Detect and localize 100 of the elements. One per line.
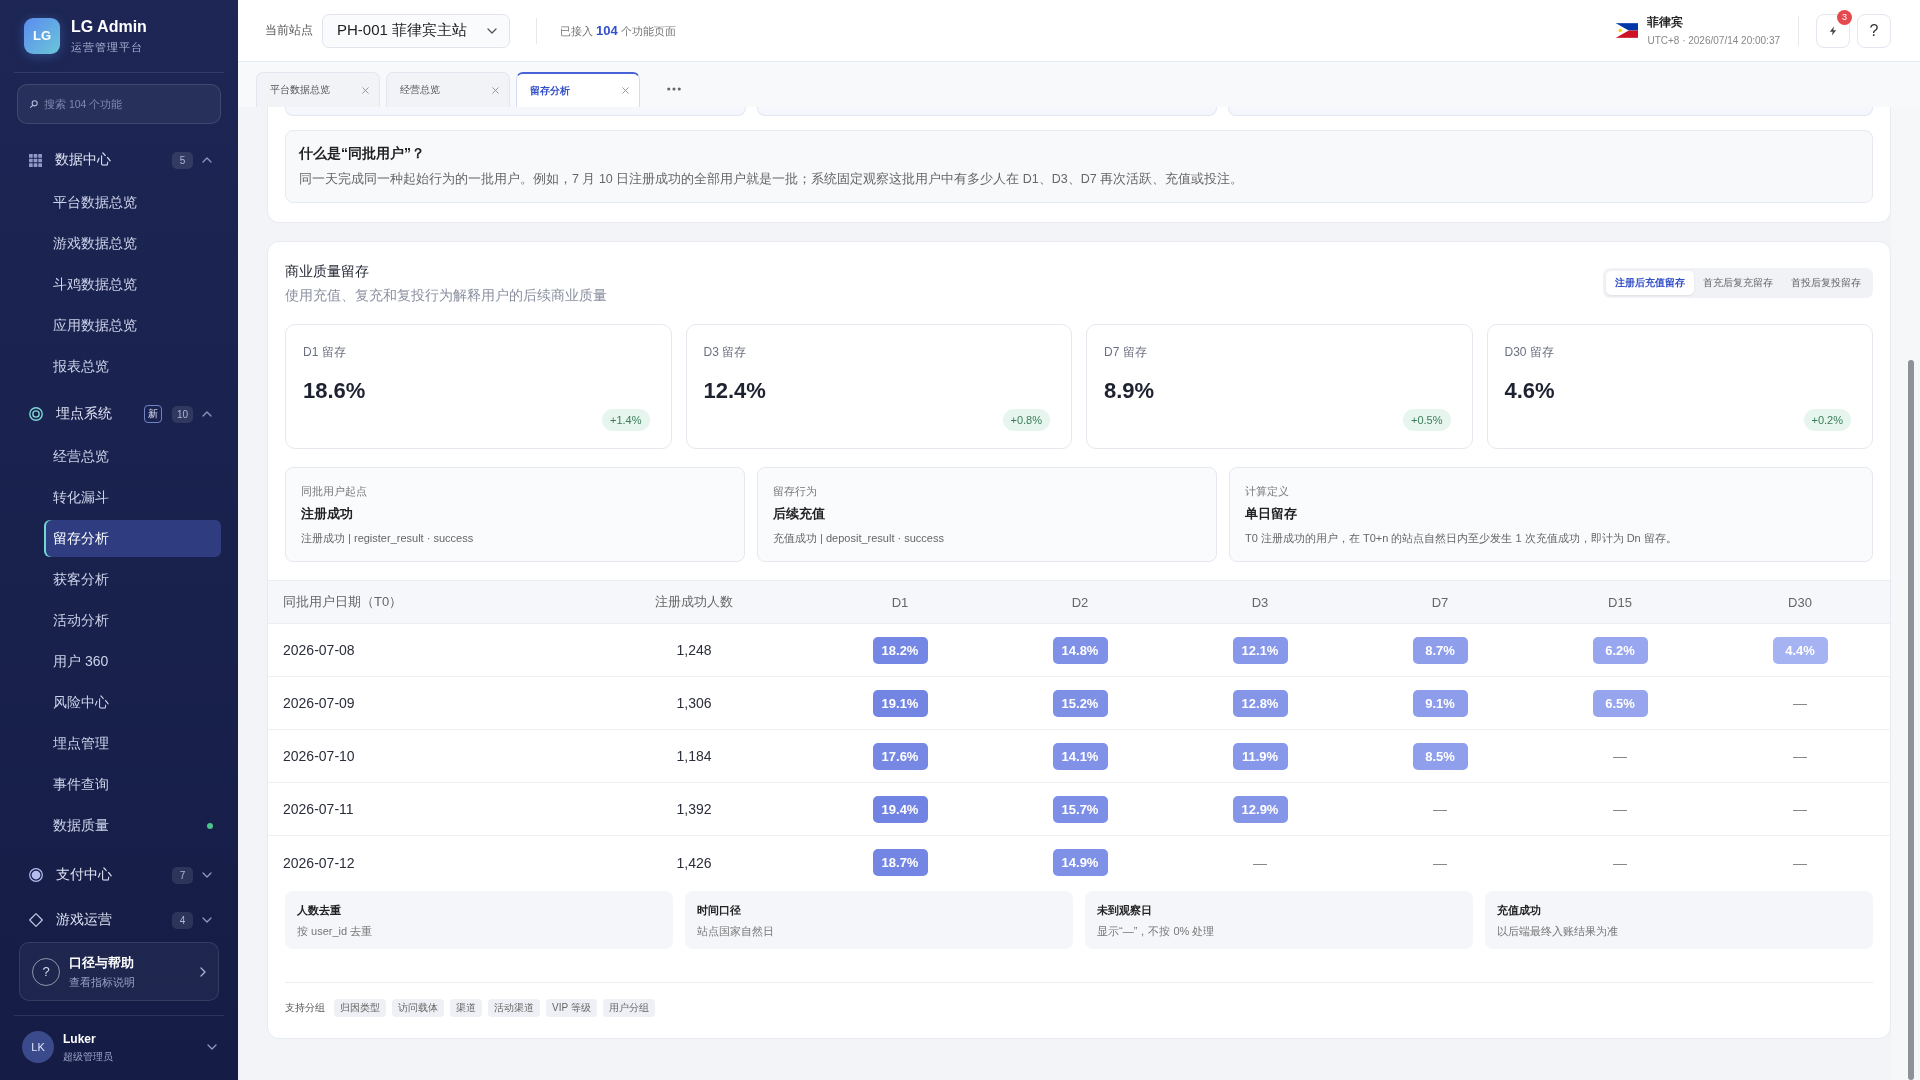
nav-item[interactable]: 斗鸡数据总览 — [44, 266, 221, 303]
tab[interactable]: 经营总览 — [386, 72, 510, 107]
note-title: 时间口径 — [697, 903, 742, 917]
section-subtitle: 使用充值、复充和复投行为解释用户的后续商业质量 — [285, 286, 607, 305]
nav-item[interactable]: 经营总览 — [44, 438, 221, 475]
nav-item[interactable]: 活动分析 — [44, 602, 221, 639]
nav-item[interactable]: 转化漏斗 — [44, 479, 221, 516]
nav-item[interactable]: 报表总览 — [44, 348, 221, 385]
rate-badge: 14.9% — [1052, 849, 1108, 876]
chevron-up-icon[interactable] — [202, 157, 212, 163]
segment-option[interactable]: 首投后复投留存 — [1782, 271, 1870, 295]
tag-badge: 新 — [143, 405, 162, 423]
app-name: LG Admin — [71, 17, 147, 36]
nav-item[interactable]: 获客分析 — [44, 561, 221, 598]
table-cell: — — [1793, 854, 1807, 871]
note-text: 以后端最终入账结果为准 — [1497, 924, 1619, 938]
rate-badge: 15.7% — [1052, 795, 1108, 823]
nav-item[interactable]: 用户 360 — [44, 643, 221, 680]
nav-item[interactable]: 留存分析 — [44, 520, 221, 557]
rate-badge: 15.2% — [1052, 689, 1108, 717]
chevron-down-icon[interactable] — [202, 917, 212, 923]
chevron-down-icon[interactable] — [202, 872, 212, 878]
help-button[interactable]: ? — [1857, 13, 1891, 48]
column-header: D7 — [1431, 594, 1449, 610]
count-badge: 4 — [172, 911, 193, 929]
table-cell: — — [1253, 854, 1267, 871]
nav-item[interactable]: 风险中心 — [44, 684, 221, 721]
table-cell: 1,306 — [676, 695, 712, 711]
note-title: 人数去重 — [297, 903, 342, 917]
table-cell: 2026-07-10 — [283, 748, 355, 764]
kpi-value: 4.6% — [1504, 377, 1556, 405]
nav-item[interactable]: 游戏数据总览 — [44, 225, 221, 262]
close-icon[interactable] — [362, 86, 369, 94]
more-icon[interactable] — [667, 87, 681, 91]
nav-group[interactable]: 数据中心 5 — [17, 142, 221, 178]
table-cell: — — [1433, 801, 1447, 817]
logo: LG — [24, 17, 60, 54]
table-cell: 2026-07-09 — [283, 695, 355, 711]
nav-item[interactable]: 事件查询 — [44, 766, 221, 803]
search-icon — [30, 100, 38, 108]
tab[interactable]: 平台数据总览 — [256, 72, 380, 107]
user-role: 超级管理员 — [63, 1049, 114, 1063]
diamond-icon — [29, 913, 43, 927]
segment-option[interactable]: 注册后充值留存 — [1606, 271, 1694, 295]
flag-icon — [1616, 23, 1639, 38]
table-cell: — — [1793, 801, 1807, 817]
table-cell: 2026-07-11 — [283, 801, 354, 817]
rate-badge: 17.6% — [872, 742, 928, 770]
notification-button[interactable]: 3 — [1816, 13, 1850, 48]
region-time: UTC+8 · 2026/07/14 20:00:37 — [1647, 34, 1780, 47]
nav-item[interactable]: 埋点管理 — [44, 725, 221, 762]
target-icon — [29, 407, 43, 421]
nav-group[interactable]: 支付中心 7 — [17, 857, 221, 893]
definition-detail: 注册成功 | register_result · success — [301, 531, 475, 545]
nav-item[interactable]: 数据质量 — [44, 807, 221, 844]
definition-title: 后续充值 — [773, 505, 826, 523]
scrollbar-thumb[interactable] — [1908, 360, 1914, 1080]
rate-badge: 14.8% — [1052, 636, 1108, 664]
kpi-label: D1 留存 — [303, 344, 347, 360]
table-cell: — — [1613, 748, 1627, 764]
count-badge: 10 — [171, 405, 193, 423]
definition-detail: T0 注册成功的用户，在 T0+n 的站点自然日内至少发生 1 次充值成功，即计为 Dn 留存。 — [1245, 531, 1678, 545]
rate-badge: 12.8% — [1232, 689, 1288, 717]
note-text: 按 user_id 去重 — [297, 924, 374, 938]
rate-badge: 9.1% — [1412, 689, 1468, 717]
site-select[interactable]: PH-001 菲律宾主站 — [322, 13, 510, 48]
definition-label: 留存行为 — [773, 484, 818, 498]
definition-detail: 充值成功 | deposit_result · success — [773, 531, 945, 545]
rate-badge: 6.5% — [1592, 689, 1648, 717]
segment-option[interactable]: 首充后复充留存 — [1694, 271, 1782, 295]
info-title: 什么是“同批用户”？ — [299, 144, 426, 163]
note-title: 未到观察日 — [1097, 903, 1153, 917]
rate-badge: 18.7% — [872, 849, 928, 876]
rate-badge: 19.1% — [872, 689, 928, 717]
nav-item[interactable]: 应用数据总览 — [44, 307, 221, 344]
close-icon[interactable] — [492, 86, 499, 94]
rate-badge: 8.5% — [1412, 742, 1468, 770]
close-icon[interactable] — [622, 87, 629, 94]
user-name: Luker — [63, 1031, 97, 1047]
nav-item[interactable]: 平台数据总览 — [44, 184, 221, 221]
group-tag: 访问载体 — [392, 999, 444, 1017]
table-cell: 1,248 — [676, 642, 712, 658]
chevron-down-icon[interactable] — [207, 1044, 217, 1050]
connected-pages: 已接入 104 个功能页面 — [560, 22, 676, 39]
nav-group[interactable]: 游戏运营 4 — [17, 902, 221, 938]
table-cell: 1,392 — [676, 801, 712, 817]
definition-label: 同批用户起点 — [301, 484, 368, 498]
chevron-up-icon[interactable] — [202, 411, 212, 417]
tab[interactable]: 留存分析 — [516, 72, 640, 107]
group-tag: 归因类型 — [334, 999, 386, 1017]
table-cell: 1,184 — [676, 748, 712, 764]
help-card[interactable]: ? 口径与帮助 查看指标说明 — [19, 942, 219, 1001]
rate-badge: 8.7% — [1412, 636, 1468, 664]
kpi-value: 8.9% — [1104, 377, 1156, 405]
definition-title: 单日留存 — [1245, 505, 1298, 523]
delta-badge: +0.2% — [1803, 409, 1851, 431]
help-title: 口径与帮助 — [69, 954, 135, 971]
nav-group[interactable]: 埋点系统 新 10 — [17, 396, 221, 432]
rate-badge: 6.2% — [1592, 636, 1648, 664]
table-cell: — — [1793, 748, 1807, 764]
